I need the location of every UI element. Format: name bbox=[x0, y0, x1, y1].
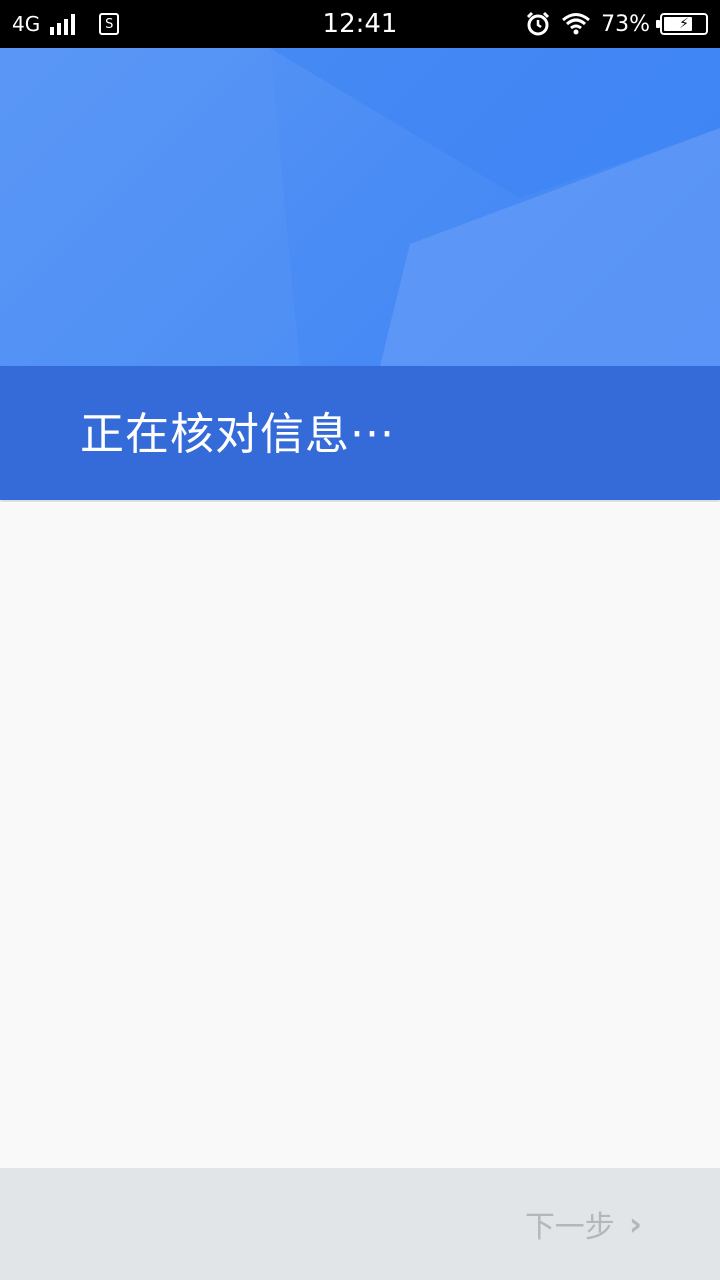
page-title: 正在核对信息··· bbox=[80, 409, 395, 460]
next-button[interactable]: 下一步 › bbox=[525, 1198, 642, 1250]
charging-bolt-icon: ⚡ bbox=[679, 16, 689, 32]
network-type: 4G bbox=[12, 12, 41, 36]
signal-icon bbox=[50, 13, 76, 35]
hero-shapes bbox=[0, 48, 720, 366]
alarm-icon bbox=[527, 11, 550, 36]
sim-label: S bbox=[105, 16, 114, 32]
status-time: 12:41 bbox=[322, 9, 398, 39]
wifi-icon bbox=[562, 13, 591, 35]
status-right: 73% ⚡ bbox=[525, 11, 708, 37]
sim-icon: S bbox=[99, 13, 120, 35]
status-left: 4G S bbox=[12, 12, 120, 36]
hero-background bbox=[0, 48, 720, 366]
content-area bbox=[0, 502, 720, 1168]
chevron-right-icon: › bbox=[628, 1205, 642, 1243]
battery-icon: ⚡ bbox=[656, 13, 708, 35]
battery-percent: 73% bbox=[601, 11, 650, 37]
status-bar: 4G S 12:41 73% ⚡ bbox=[0, 0, 720, 48]
next-label: 下一步 bbox=[524, 1210, 615, 1245]
